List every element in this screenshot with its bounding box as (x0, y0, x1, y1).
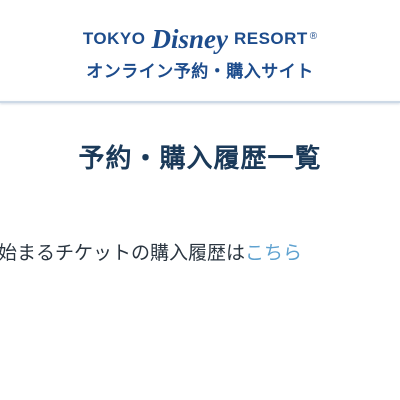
notice-text: 始まるチケットの購入履歴は (0, 242, 246, 264)
tokyo-disney-resort-logo[interactable]: TOKYO Disney RESORT ® (0, 19, 400, 59)
site-subtitle: オンライン予約・購入サイト (86, 62, 314, 82)
site-header: TOKYO Disney RESORT ® オンライン予約・購入サイト (0, 0, 400, 100)
header-divider (0, 101, 400, 103)
logo-word-resort: RESORT (233, 29, 308, 48)
page-title: 予約・購入履歴一覧 (78, 144, 322, 174)
page: TOKYO Disney RESORT ® オンライン予約・購入サイト 予約・購… (0, 0, 400, 400)
purchase-history-link[interactable]: こちら (245, 242, 302, 264)
logo-word-tokyo: TOKYO (82, 29, 146, 48)
logo-word-disney: Disney (151, 23, 228, 54)
registered-mark: ® (309, 30, 318, 42)
purchase-history-notice: 始まるチケットの購入履歴はこちら (0, 238, 400, 265)
